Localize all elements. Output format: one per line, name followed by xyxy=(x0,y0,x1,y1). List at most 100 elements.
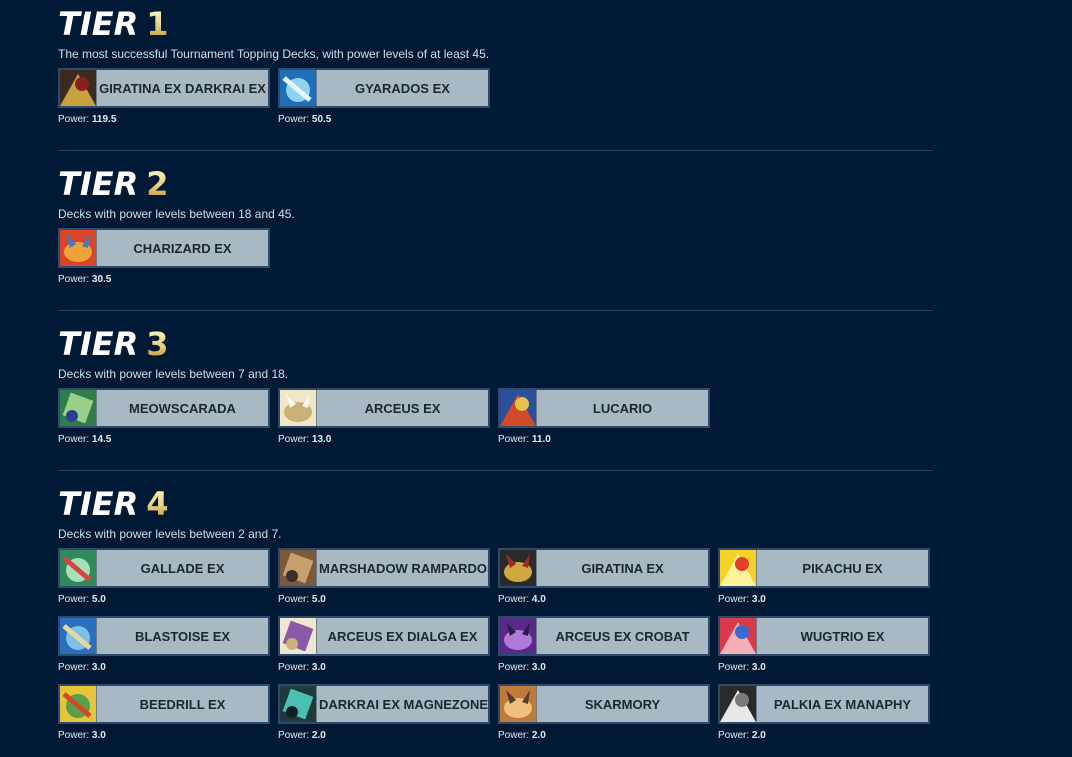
deck-button[interactable]: MEOWSCARADA xyxy=(58,388,270,428)
tier-heading: TIER 3 xyxy=(58,326,933,362)
deck-card: GIRATINA EX Power: 4.0 xyxy=(498,548,710,607)
deck-button[interactable]: GIRATINA EX DARKRAI EX xyxy=(58,68,270,108)
deck-grid: GALLADE EX Power: 5.0 MARSHADOW RAMPARDOS P… xyxy=(58,548,933,752)
deck-button[interactable]: GALLADE EX xyxy=(58,548,270,588)
tier-description: Decks with power levels between 18 and 4… xyxy=(58,207,295,221)
deck-name: PIKACHU EX xyxy=(802,560,883,576)
deck-button[interactable]: DARKRAI EX MAGNEZONE xyxy=(278,684,490,724)
deck-card: MEOWSCARADA Power: 14.5 xyxy=(58,388,270,447)
power-label: Power: xyxy=(718,730,750,741)
power-label: Power: xyxy=(58,662,90,673)
power-label: Power: xyxy=(498,434,530,445)
power-label: Power: xyxy=(498,730,530,741)
deck-card: WUGTRIO EX Power: 3.0 xyxy=(718,616,930,675)
power-readout: Power: 119.5 xyxy=(58,113,270,127)
power-readout: Power: 2.0 xyxy=(278,729,490,743)
tier-word: TIER xyxy=(58,5,139,43)
power-label: Power: xyxy=(58,594,90,605)
power-label: Power: xyxy=(58,274,90,285)
power-label: Power: xyxy=(718,594,750,605)
tier-word: TIER xyxy=(58,165,139,203)
deck-name: ARCEUS EX xyxy=(364,400,441,416)
tier-number: 1 xyxy=(146,5,169,43)
power-readout: Power: 5.0 xyxy=(278,593,490,607)
power-readout: Power: 5.0 xyxy=(58,593,270,607)
deck-card: GALLADE EX Power: 5.0 xyxy=(58,548,270,607)
power-readout: Power: 3.0 xyxy=(58,661,270,675)
deck-button[interactable]: GIRATINA EX xyxy=(498,548,710,588)
power-value: 50.5 xyxy=(311,114,332,125)
deck-button[interactable]: WUGTRIO EX xyxy=(718,616,930,656)
power-readout: Power: 2.0 xyxy=(718,729,930,743)
deck-card: ARCEUS EX DIALGA EX Power: 3.0 xyxy=(278,616,490,675)
tier-section-4: TIER 4 Decks with power levels between 2 a… xyxy=(58,486,933,752)
deck-button[interactable]: MARSHADOW RAMPARDOS xyxy=(278,548,490,588)
meowscarada-card-icon xyxy=(60,390,97,426)
tier-section-1: TIER 1 The most successful Tournament Topp… xyxy=(58,6,933,136)
power-value: 5.0 xyxy=(311,594,326,605)
deck-name: BLASTOISE EX xyxy=(134,628,231,644)
deck-card: GYARADOS EX Power: 50.5 xyxy=(278,68,490,127)
power-readout: Power: 50.5 xyxy=(278,113,490,127)
deck-button[interactable]: PALKIA EX MANAPHY xyxy=(718,684,930,724)
tier-number: 2 xyxy=(146,165,169,203)
deck-card: LUCARIO Power: 11.0 xyxy=(498,388,710,447)
deck-button[interactable]: BEEDRILL EX xyxy=(58,684,270,724)
deck-name: GIRATINA EX xyxy=(581,560,664,576)
deck-button[interactable]: LUCARIO xyxy=(498,388,710,428)
deck-name: MARSHADOW RAMPARDOS xyxy=(319,560,488,576)
deck-button[interactable]: GYARADOS EX xyxy=(278,68,490,108)
giratina-darkrai-card-icon xyxy=(60,70,97,106)
power-label: Power: xyxy=(58,434,90,445)
power-label: Power: xyxy=(278,434,310,445)
deck-button[interactable]: ARCEUS EX CROBAT xyxy=(498,616,710,656)
tier-divider xyxy=(58,150,933,151)
deck-name: GYARADOS EX xyxy=(355,80,450,96)
charizard-card-icon xyxy=(60,230,97,266)
deck-button[interactable]: CHARIZARD EX xyxy=(58,228,270,268)
deck-name: PALKIA EX MANAPHY xyxy=(773,696,912,712)
power-value: 2.0 xyxy=(311,730,326,741)
power-value: 4.0 xyxy=(531,594,546,605)
power-readout: Power: 30.5 xyxy=(58,273,270,287)
power-readout: Power: 3.0 xyxy=(278,661,490,675)
power-label: Power: xyxy=(58,730,90,741)
tier-divider xyxy=(58,310,933,311)
power-readout: Power: 14.5 xyxy=(58,433,270,447)
power-label: Power: xyxy=(278,114,310,125)
deck-button[interactable]: PIKACHU EX xyxy=(718,548,930,588)
deck-button[interactable]: SKARMORY xyxy=(498,684,710,724)
tier-list-page: TIER 1 The most successful Tournament Topp… xyxy=(0,0,1072,757)
deck-card: ARCEUS EX Power: 13.0 xyxy=(278,388,490,447)
power-readout: Power: 13.0 xyxy=(278,433,490,447)
wugtrio-card-icon xyxy=(720,618,757,654)
deck-card: BEEDRILL EX Power: 3.0 xyxy=(58,684,270,743)
deck-button[interactable]: ARCEUS EX xyxy=(278,388,490,428)
arceus-dialga-card-icon xyxy=(280,618,317,654)
giratina-card-icon xyxy=(500,550,537,586)
power-readout: Power: 4.0 xyxy=(498,593,710,607)
power-value: 3.0 xyxy=(311,662,326,673)
deck-name: WUGTRIO EX xyxy=(800,628,885,644)
beedrill-card-icon xyxy=(60,686,97,722)
power-value: 3.0 xyxy=(751,594,766,605)
tier-description: Decks with power levels between 7 and 18… xyxy=(58,367,289,381)
power-label: Power: xyxy=(498,662,530,673)
power-value: 11.0 xyxy=(531,434,551,445)
deck-card: PALKIA EX MANAPHY Power: 2.0 xyxy=(718,684,930,743)
deck-name: BEEDRILL EX xyxy=(139,696,226,712)
deck-name: ARCEUS EX CROBAT xyxy=(555,628,690,644)
tier-number: 3 xyxy=(146,325,169,363)
deck-button[interactable]: BLASTOISE EX xyxy=(58,616,270,656)
power-label: Power: xyxy=(718,662,750,673)
power-label: Power: xyxy=(278,662,310,673)
power-value: 3.0 xyxy=(751,662,766,673)
deck-name: SKARMORY xyxy=(584,696,661,712)
power-value: 2.0 xyxy=(751,730,766,741)
deck-card: DARKRAI EX MAGNEZONE Power: 2.0 xyxy=(278,684,490,743)
deck-button[interactable]: ARCEUS EX DIALGA EX xyxy=(278,616,490,656)
power-value: 13.0 xyxy=(311,434,332,445)
power-readout: Power: 2.0 xyxy=(498,729,710,743)
deck-card: CHARIZARD EX Power: 30.5 xyxy=(58,228,270,287)
tier-number: 4 xyxy=(146,485,169,523)
